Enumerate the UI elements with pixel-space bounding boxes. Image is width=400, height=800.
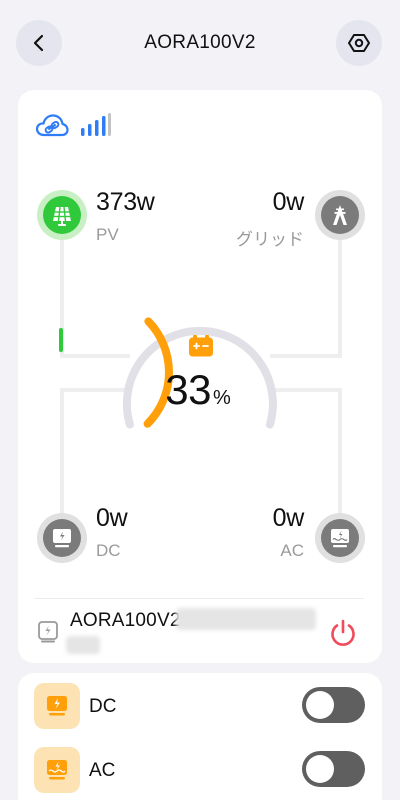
redacted-serial	[176, 608, 316, 630]
toggle-knob	[306, 755, 334, 783]
dc-output-tile	[34, 683, 80, 729]
ac-power-value: 0w	[272, 504, 305, 532]
battery-percentage: 33%	[118, 366, 278, 414]
header: AORA100V2	[0, 0, 400, 86]
ac-output-tile	[34, 747, 80, 793]
pv-node[interactable]	[37, 190, 87, 240]
battery-icon	[189, 335, 213, 357]
divider	[34, 598, 364, 599]
grid-label: グリッド	[236, 230, 304, 249]
dc-label: DC	[96, 541, 121, 560]
pv-label: PV	[96, 225, 119, 244]
dc-output-icon	[47, 696, 67, 716]
pv-flow-indicator	[59, 328, 63, 352]
grid-tower-icon	[333, 205, 347, 225]
dc-output-icon	[53, 529, 71, 548]
ac-output-toggle[interactable]	[302, 751, 365, 787]
ac-output-label: AC	[89, 760, 116, 781]
grid-node[interactable]	[315, 190, 365, 240]
output-row-dc: DC	[18, 673, 382, 733]
output-controls-card: DC AC	[18, 673, 382, 800]
ac-label: AC	[280, 541, 304, 560]
ac-output-icon	[47, 760, 67, 780]
dc-node[interactable]	[37, 513, 87, 563]
ac-output-icon	[331, 529, 349, 548]
energy-flow-card: 373w PV 0w グリッド 33% 0w DC 0w AC AORA100V…	[18, 90, 382, 663]
output-row-ac: AC	[18, 737, 382, 797]
battery-percent-value: 33	[165, 366, 211, 413]
grid-power-value: 0w	[272, 188, 305, 216]
device-name: AORA100V2	[70, 610, 181, 631]
energy-flow-lines	[59, 230, 342, 520]
solar-panel-icon	[53, 206, 71, 226]
device-icon	[38, 621, 58, 643]
dc-output-toggle[interactable]	[302, 687, 365, 723]
settings-button[interactable]	[336, 20, 382, 66]
redacted-serial-2	[66, 636, 100, 654]
gear-icon	[348, 34, 370, 52]
pv-power-value: 373w	[96, 188, 155, 216]
toggle-knob	[306, 691, 334, 719]
dc-power-value: 0w	[96, 504, 128, 532]
power-button[interactable]	[326, 616, 360, 650]
dc-output-label: DC	[89, 696, 117, 717]
ac-node[interactable]	[315, 513, 365, 563]
battery-percent-unit: %	[212, 387, 231, 409]
